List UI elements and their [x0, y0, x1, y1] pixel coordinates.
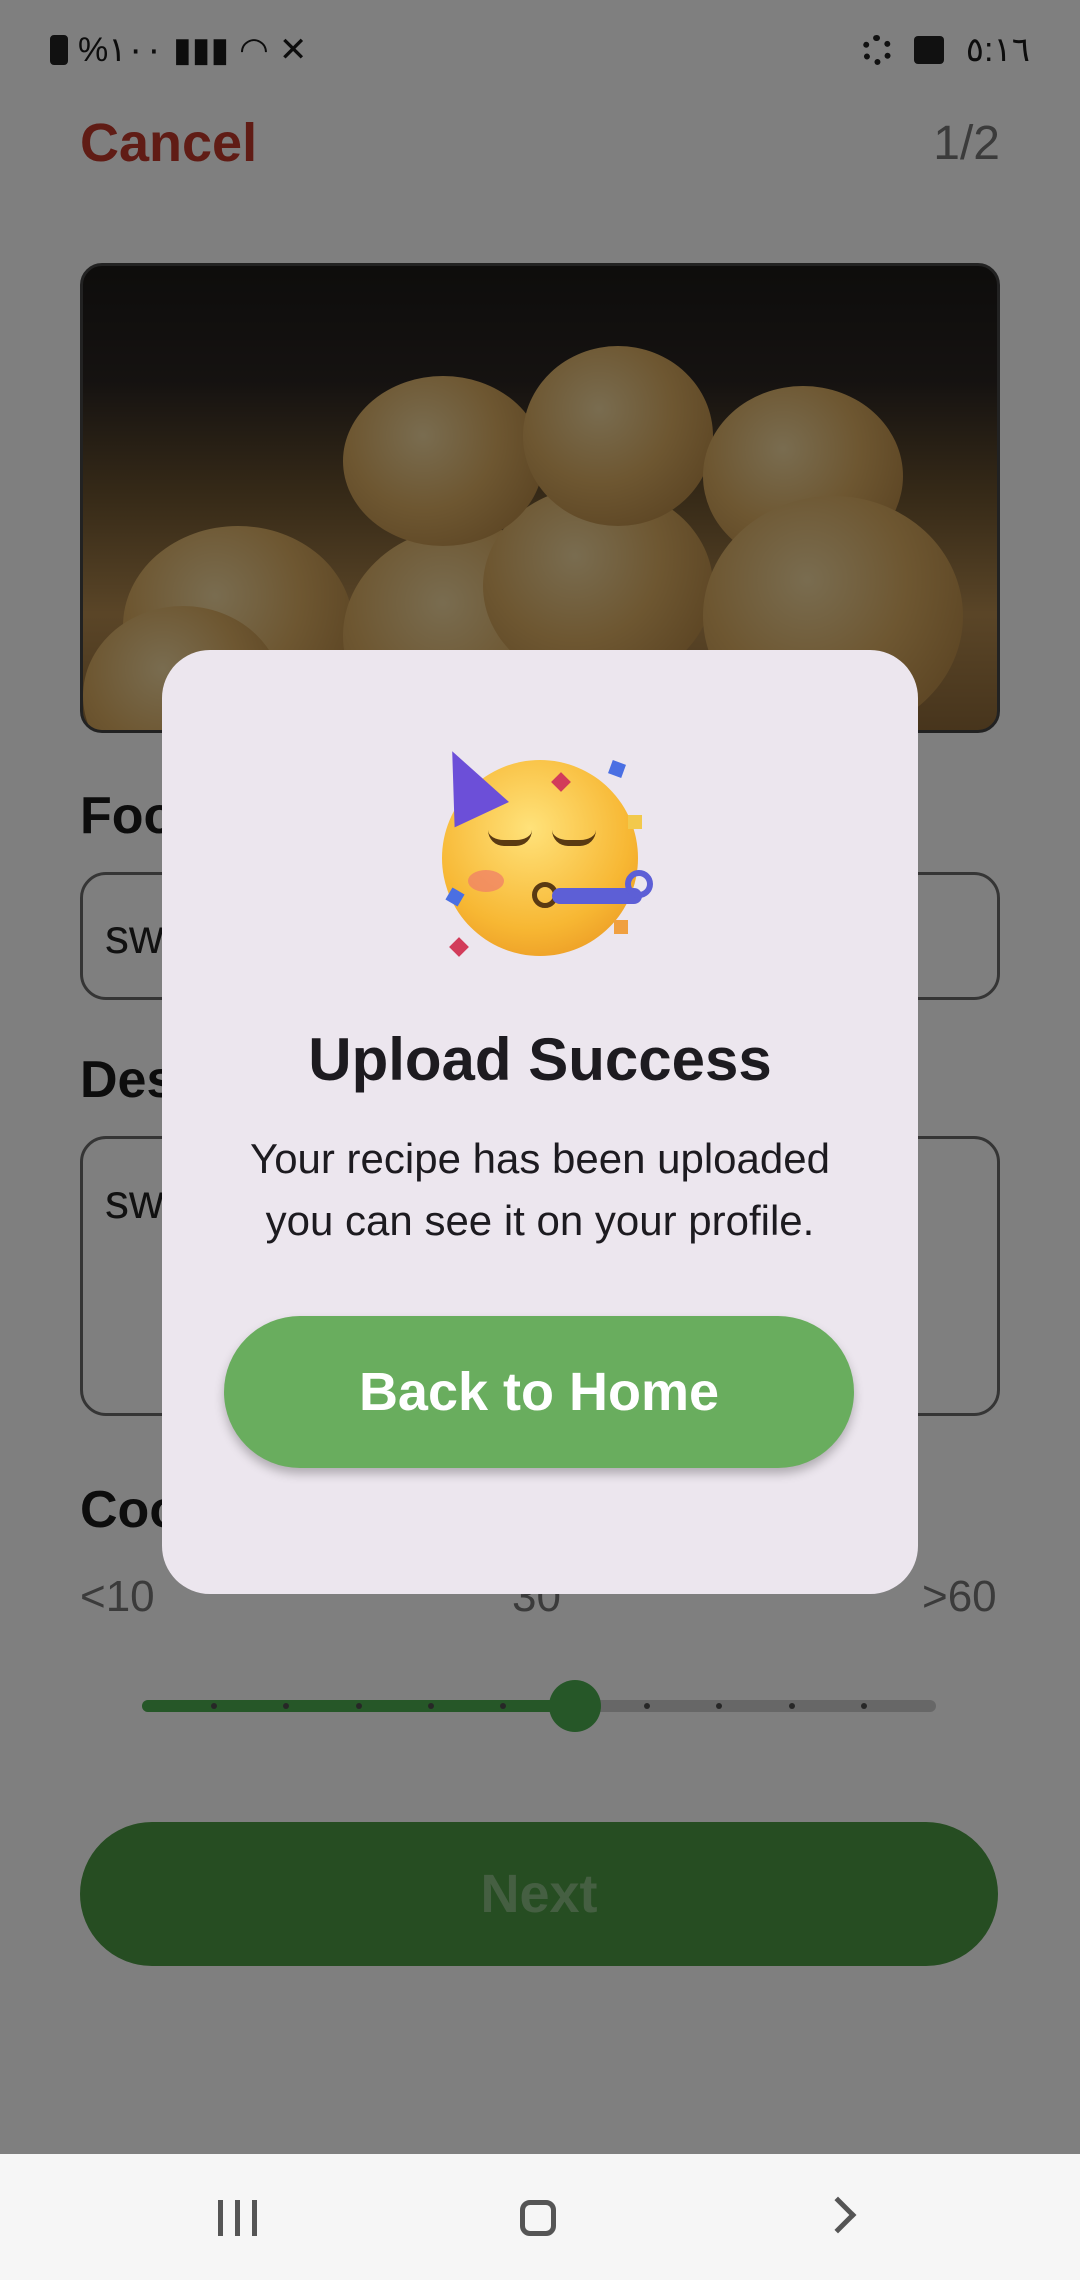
- confetti-icon: [449, 937, 469, 957]
- confetti-icon: [628, 815, 642, 829]
- dialog-title: Upload Success: [308, 1026, 772, 1093]
- recents-bar: [252, 2200, 257, 2236]
- dialog-message-line2: you can see it on your profile.: [265, 1197, 815, 1244]
- recents-button[interactable]: [218, 2200, 257, 2236]
- dialog-message-line1: Your recipe has been uploaded: [250, 1135, 830, 1182]
- upload-success-dialog: Upload Success Your recipe has been uplo…: [162, 650, 918, 1594]
- back-to-home-button[interactable]: Back to Home: [224, 1316, 854, 1468]
- eye: [488, 830, 532, 846]
- dialog-message: Your recipe has been uploaded you can se…: [202, 1128, 878, 1252]
- cheek: [468, 870, 504, 892]
- party-horn-curl-icon: [625, 870, 653, 898]
- recents-bar: [218, 2200, 223, 2236]
- confetti-icon: [608, 760, 626, 778]
- eye: [552, 830, 596, 846]
- recents-bar: [235, 2200, 240, 2236]
- home-button[interactable]: [520, 2200, 556, 2236]
- confetti-icon: [614, 920, 628, 934]
